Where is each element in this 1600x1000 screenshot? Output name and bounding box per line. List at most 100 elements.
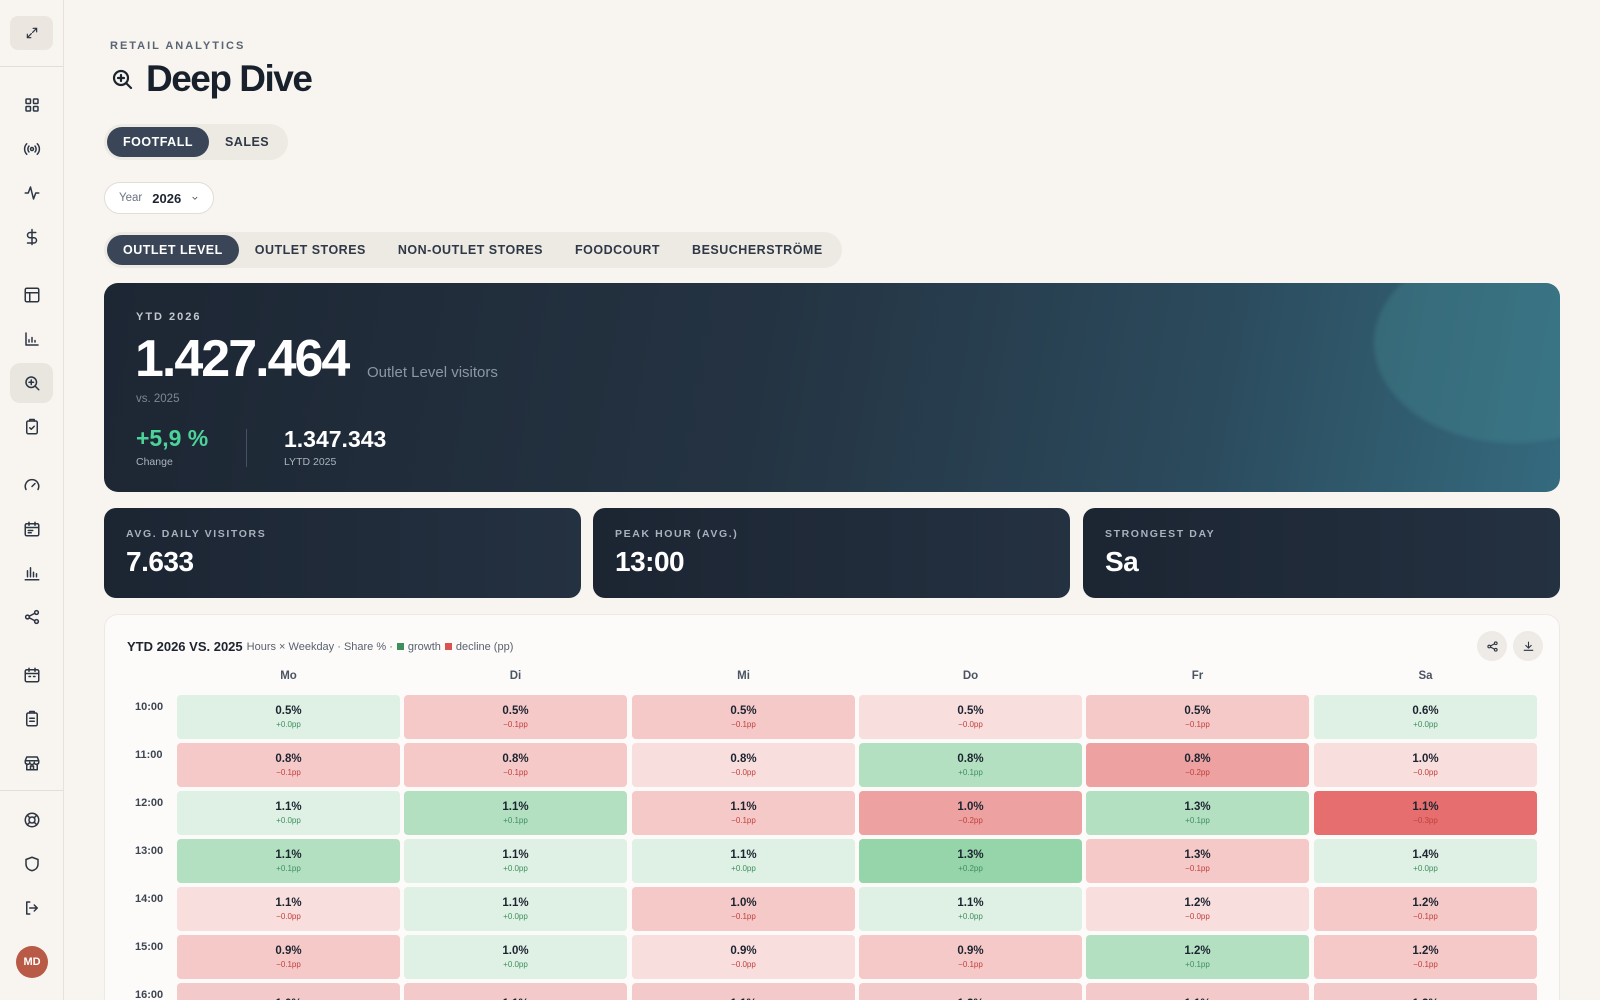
- sidebar-item-revenue[interactable]: [10, 217, 53, 257]
- heatmap-cell[interactable]: 1.0%: [177, 983, 400, 1000]
- heatmap-cell[interactable]: 1.2%: [859, 983, 1082, 1000]
- decline-legend-label: decline (pp): [455, 640, 514, 653]
- heatmap-cell[interactable]: 1.2% −0.0pp: [1086, 887, 1309, 931]
- sidebar-item-planner[interactable]: [10, 509, 53, 549]
- heatmap-cell[interactable]: 1.1%: [1086, 983, 1309, 1000]
- heatmap-cell[interactable]: 1.1% −0.0pp: [177, 887, 400, 931]
- heatmap-cell-delta: −0.1pp: [503, 720, 528, 729]
- sidebar-item-performance[interactable]: [10, 465, 53, 505]
- sidebar-item-security[interactable]: [10, 844, 53, 884]
- sidebar-item-checklist[interactable]: [10, 699, 53, 739]
- sidebar-item-logout[interactable]: [10, 888, 53, 928]
- heatmap-cell-value: 1.2%: [1184, 897, 1211, 909]
- tab-foodcourt[interactable]: FOODCOURT: [559, 235, 676, 265]
- heatmap-cell[interactable]: 1.4% +0.0pp: [1314, 839, 1537, 883]
- sidebar-item-activity[interactable]: [10, 173, 53, 213]
- heatmap-cell[interactable]: 0.9% −0.0pp: [632, 935, 855, 979]
- sidebar-item-reports[interactable]: [10, 553, 53, 593]
- heatmap-cell[interactable]: 1.1% −0.1pp: [632, 791, 855, 835]
- heatmap-cell[interactable]: 1.2%: [1314, 983, 1537, 1000]
- heatmap-cell[interactable]: 1.3% −0.1pp: [1086, 839, 1309, 883]
- hero-unit: Outlet Level visitors: [367, 364, 498, 381]
- heatmap-cell[interactable]: 0.5% −0.1pp: [632, 695, 855, 739]
- sidebar-item-analytics[interactable]: [10, 319, 53, 359]
- sidebar-item-stores[interactable]: [10, 743, 53, 783]
- heatmap-cell[interactable]: 0.8% +0.1pp: [859, 743, 1082, 787]
- heatmap-cell-value: 1.3%: [957, 849, 984, 861]
- heatmap-cell[interactable]: 0.9% −0.1pp: [177, 935, 400, 979]
- heatmap-cell-delta: +0.1pp: [503, 816, 528, 825]
- heatmap-cell[interactable]: 1.1% +0.0pp: [632, 839, 855, 883]
- heatmap-cell[interactable]: 1.1% +0.0pp: [404, 839, 627, 883]
- heatmap-day-label: Mo: [280, 670, 297, 682]
- sidebar-item-deep-dive[interactable]: [10, 363, 53, 403]
- heatmap-cell[interactable]: 1.1% +0.0pp: [404, 887, 627, 931]
- hero-lytd-label: LYTD 2025: [284, 456, 337, 468]
- tab-outlet-stores[interactable]: OUTLET STORES: [239, 235, 382, 265]
- hero-value: 1.427.464: [135, 330, 350, 388]
- heatmap-cell[interactable]: 1.2% −0.1pp: [1314, 935, 1537, 979]
- heatmap-cell[interactable]: 1.2% −0.1pp: [1314, 887, 1537, 931]
- heatmap-cell[interactable]: 1.1% +0.0pp: [177, 791, 400, 835]
- heatmap-cell-delta: −0.1pp: [276, 960, 301, 969]
- heatmap-cell[interactable]: 0.8% −0.1pp: [177, 743, 400, 787]
- heatmap-cell[interactable]: 0.8% −0.0pp: [632, 743, 855, 787]
- heatmap-cell[interactable]: 1.0% +0.0pp: [404, 935, 627, 979]
- tab-footfall[interactable]: FOOTFALL: [107, 127, 209, 157]
- heatmap-cell-delta: +0.0pp: [1413, 864, 1438, 873]
- heatmap-cell[interactable]: 0.5% +0.0pp: [177, 695, 400, 739]
- heatmap-cell[interactable]: 0.5% −0.0pp: [859, 695, 1082, 739]
- tab-outlet-level[interactable]: OUTLET LEVEL: [107, 235, 239, 265]
- heatmap-cell-value: 1.1%: [275, 897, 302, 909]
- heatmap-cell[interactable]: 1.0% −0.0pp: [1314, 743, 1537, 787]
- share-button[interactable]: [1477, 631, 1507, 661]
- heatmap-cell[interactable]: 0.8% −0.1pp: [404, 743, 627, 787]
- sidebar-item-network[interactable]: [10, 597, 53, 637]
- heatmap-cell[interactable]: 1.1% +0.1pp: [404, 791, 627, 835]
- sidebar-item-layout[interactable]: [10, 275, 53, 315]
- heatmap-cell[interactable]: 0.9% −0.1pp: [859, 935, 1082, 979]
- pulse-icon: [24, 186, 39, 200]
- page-eyebrow: RETAIL ANALYTICS: [110, 40, 246, 52]
- tab-sales[interactable]: SALES: [209, 127, 285, 157]
- hero-decoration: [1374, 283, 1560, 443]
- sidebar-item-tasks[interactable]: [10, 407, 53, 447]
- heatmap-cell[interactable]: 0.5% −0.1pp: [1086, 695, 1309, 739]
- broadcast-icon: [23, 143, 40, 155]
- heatmap-cell-delta: −0.1pp: [276, 768, 301, 777]
- sidebar-item-dashboard[interactable]: [10, 85, 53, 125]
- heatmap-cell[interactable]: 0.5% −0.1pp: [404, 695, 627, 739]
- heatmap-cell[interactable]: 1.3% +0.2pp: [859, 839, 1082, 883]
- heatmap-cell[interactable]: 1.2% +0.1pp: [1086, 935, 1309, 979]
- heatmap-cell[interactable]: 1.1% +0.1pp: [177, 839, 400, 883]
- sidebar-divider: [0, 66, 63, 67]
- heatmap-hour-label: 15:00: [135, 941, 164, 953]
- heatmap-cell-delta: −0.0pp: [958, 720, 983, 729]
- heatmap-cell[interactable]: 0.8% −0.2pp: [1086, 743, 1309, 787]
- share-icon: [1486, 640, 1498, 652]
- lifebuoy-icon: [24, 812, 39, 828]
- logout-icon: [25, 901, 38, 915]
- heatmap-cell[interactable]: 1.1% −0.3pp: [1314, 791, 1537, 835]
- heatmap-cell[interactable]: 1.0% −0.2pp: [859, 791, 1082, 835]
- heatmap-cell-delta: −0.1pp: [1185, 864, 1210, 873]
- hero-change: +5,9 %: [136, 425, 209, 451]
- sidebar-divider: [0, 790, 63, 791]
- heatmap-cell-value: 1.3%: [1184, 849, 1211, 861]
- sidebar-item-calendar[interactable]: [10, 655, 53, 695]
- year-select[interactable]: Year 2026: [104, 182, 214, 214]
- avatar[interactable]: MD: [16, 946, 48, 978]
- heatmap-cell[interactable]: 1.0% −0.1pp: [632, 887, 855, 931]
- sidebar-item-help[interactable]: [10, 800, 53, 840]
- heatmap-cell[interactable]: 1.3% +0.1pp: [1086, 791, 1309, 835]
- tab-non-outlet-stores[interactable]: NON-OUTLET STORES: [382, 235, 559, 265]
- sidebar-item-live[interactable]: [10, 129, 53, 169]
- heatmap-cell[interactable]: 1.1%: [404, 983, 627, 1000]
- expand-button[interactable]: [10, 16, 53, 50]
- tab-besucherstroeme[interactable]: BESUCHERSTRÖME: [676, 235, 839, 265]
- heatmap-cell[interactable]: 1.1% +0.0pp: [859, 887, 1082, 931]
- heatmap-cell[interactable]: 1.1%: [632, 983, 855, 1000]
- download-button[interactable]: [1513, 631, 1543, 661]
- heatmap-cell[interactable]: 0.6% +0.0pp: [1314, 695, 1537, 739]
- clipboard-icon: [25, 710, 38, 727]
